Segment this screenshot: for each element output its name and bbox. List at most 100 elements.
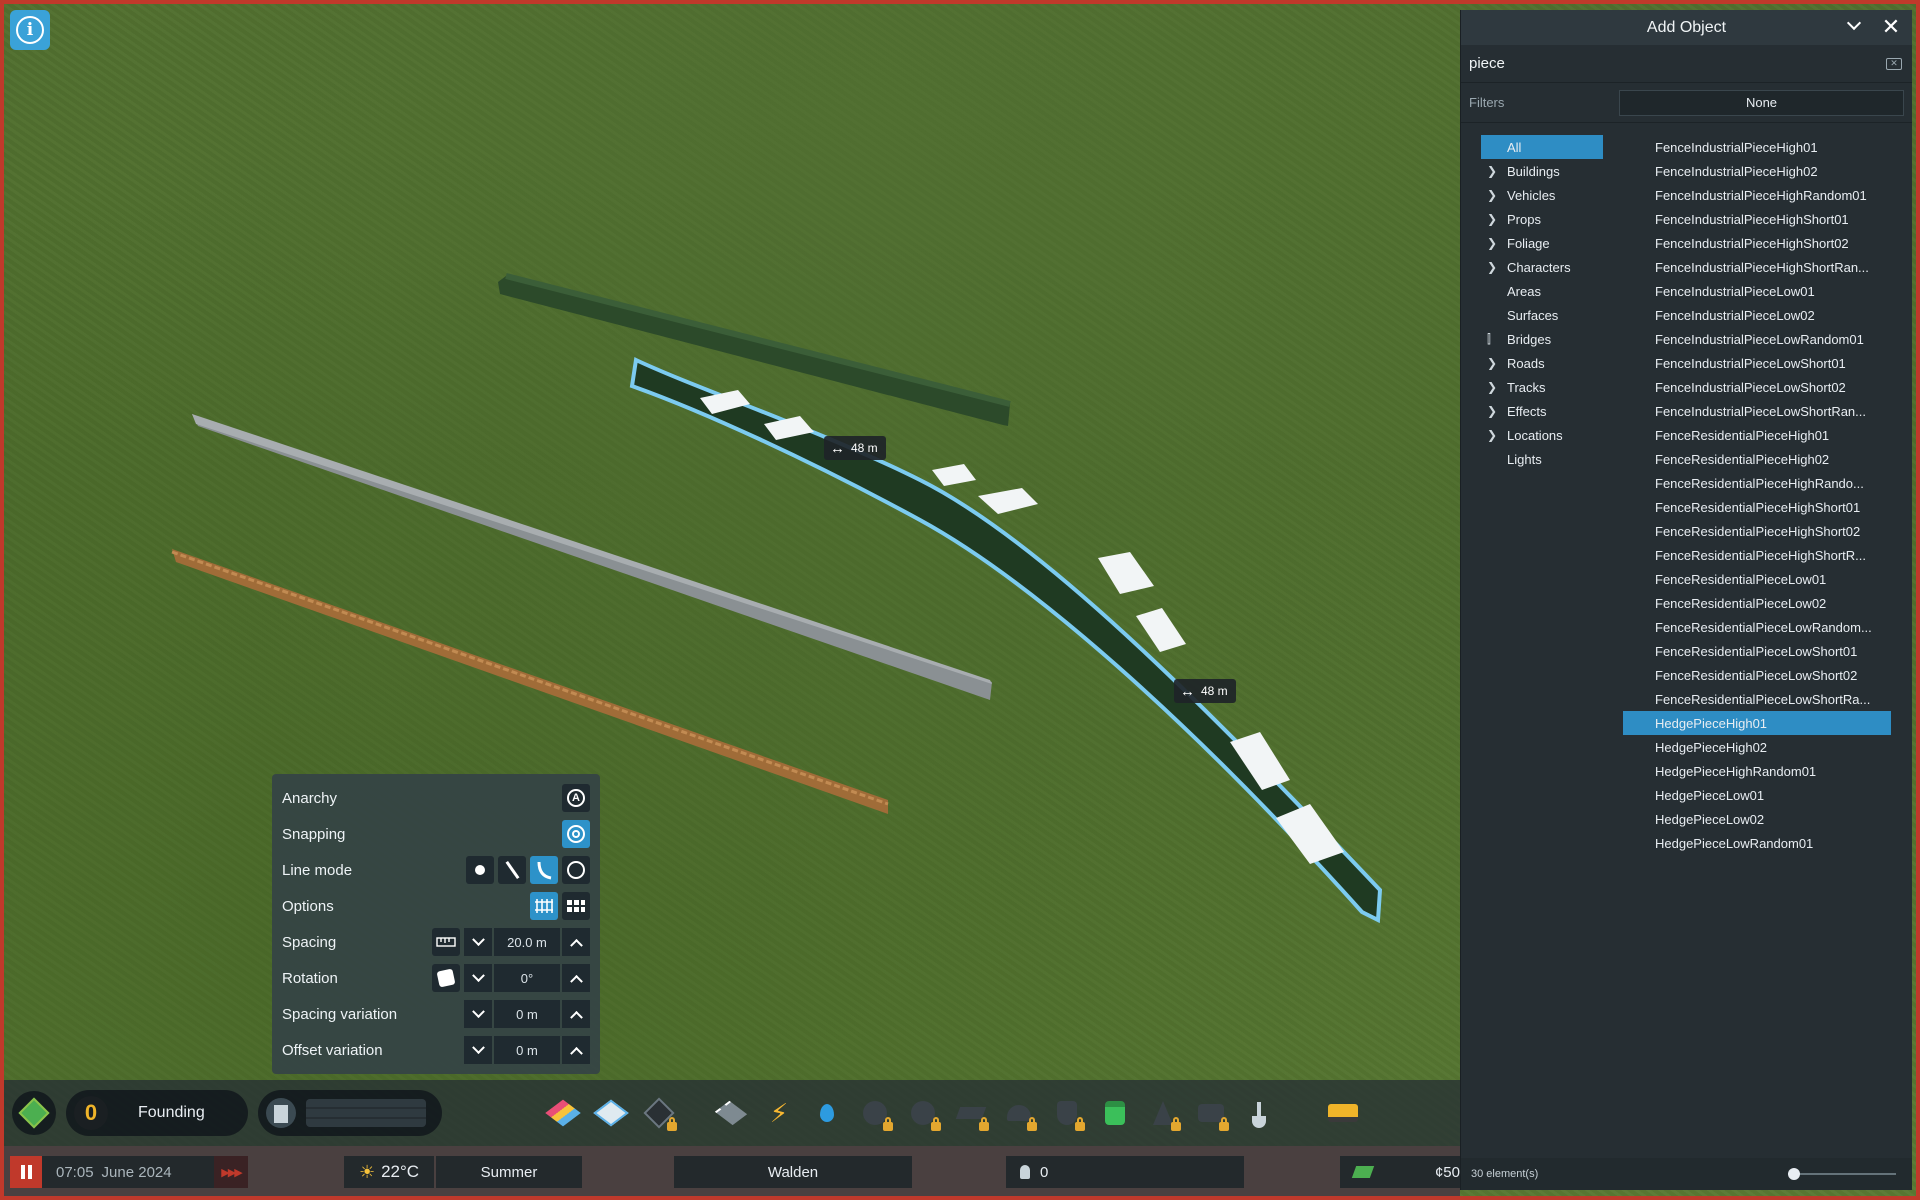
info-button[interactable]: i bbox=[10, 10, 50, 50]
category-surfaces[interactable]: Surfaces bbox=[1481, 303, 1603, 327]
object-list-item[interactable]: FenceIndustrialPieceLow02 bbox=[1623, 303, 1891, 327]
money-widget[interactable]: ¢50 bbox=[1340, 1156, 1460, 1188]
main-menu-button[interactable] bbox=[12, 1091, 56, 1135]
object-list-item[interactable]: FenceIndustrialPieceHigh01 bbox=[1623, 135, 1891, 159]
weather-widget[interactable]: ☀ 22°C bbox=[344, 1156, 434, 1188]
landscaping-tool-button[interactable] bbox=[1240, 1094, 1278, 1132]
object-list-item[interactable]: FenceIndustrialPieceLowShort01 bbox=[1623, 351, 1891, 375]
grid-mode-button[interactable] bbox=[562, 892, 590, 920]
curved-hedge-outline[interactable] bbox=[629, 357, 1383, 924]
parks-button[interactable] bbox=[1144, 1094, 1182, 1132]
category-areas[interactable]: Areas bbox=[1481, 279, 1603, 303]
object-list-item[interactable]: HedgePieceHigh02 bbox=[1623, 735, 1891, 759]
object-list-item[interactable]: FenceResidentialPieceHigh01 bbox=[1623, 423, 1891, 447]
rotation-decrease-button[interactable] bbox=[464, 964, 492, 992]
season-widget[interactable]: Summer bbox=[436, 1156, 582, 1188]
object-list-item[interactable]: FenceResidentialPieceLow02 bbox=[1623, 591, 1891, 615]
category-vehicles[interactable]: ❯ Vehicles bbox=[1481, 183, 1603, 207]
slider-knob[interactable] bbox=[1788, 1168, 1800, 1180]
spacing-variation-value[interactable]: 0 m bbox=[494, 1000, 560, 1028]
hedge-straight[interactable] bbox=[498, 276, 1010, 426]
health-button[interactable] bbox=[856, 1094, 894, 1132]
object-list-item[interactable]: FenceResidentialPieceLowShort01 bbox=[1623, 639, 1891, 663]
object-list-item[interactable]: HedgePieceLowRandom01 bbox=[1623, 831, 1891, 855]
spacing-variation-decrease-button[interactable] bbox=[464, 1000, 492, 1028]
offset-variation-increase-button[interactable] bbox=[562, 1036, 590, 1064]
areas-button[interactable] bbox=[592, 1094, 630, 1132]
object-list-item[interactable]: FenceResidentialPieceLowShortRa... bbox=[1623, 687, 1891, 711]
object-list-item[interactable]: FenceIndustrialPieceHighShortRan... bbox=[1623, 255, 1891, 279]
category-characters[interactable]: ❯ Characters bbox=[1481, 255, 1603, 279]
search-bar[interactable]: piece ✕ bbox=[1461, 45, 1912, 83]
category-tracks[interactable]: ❯ Tracks bbox=[1481, 375, 1603, 399]
fence-mode-button[interactable] bbox=[530, 892, 558, 920]
transport-button[interactable] bbox=[1096, 1094, 1134, 1132]
category-roads[interactable]: ❯ Roads bbox=[1481, 351, 1603, 375]
collapse-button[interactable] bbox=[1844, 15, 1866, 38]
line-mode-straight-button[interactable] bbox=[498, 856, 526, 884]
spacing-measure-button[interactable] bbox=[432, 928, 460, 956]
milestone-pill[interactable]: 0 Founding bbox=[66, 1090, 248, 1136]
spacing-variation-increase-button[interactable] bbox=[562, 1000, 590, 1028]
close-button[interactable]: ✕ bbox=[1880, 16, 1902, 38]
clear-search-button[interactable]: ✕ bbox=[1886, 57, 1902, 70]
category-lights[interactable]: Lights bbox=[1481, 447, 1603, 471]
object-list-item[interactable]: HedgePieceLow01 bbox=[1623, 783, 1891, 807]
object-list-item[interactable]: FenceIndustrialPieceLowShortRan... bbox=[1623, 399, 1891, 423]
anarchy-toggle[interactable]: A bbox=[562, 784, 590, 812]
spacing-increase-button[interactable] bbox=[562, 928, 590, 956]
population-widget[interactable]: 0 bbox=[1006, 1156, 1244, 1188]
category-effects[interactable]: ❯ Effects bbox=[1481, 399, 1603, 423]
line-mode-circle-button[interactable] bbox=[562, 856, 590, 884]
rotation-value[interactable]: 0° bbox=[494, 964, 560, 992]
communications-button[interactable] bbox=[1192, 1094, 1230, 1132]
object-list-item[interactable]: FenceResidentialPieceLow01 bbox=[1623, 567, 1891, 591]
object-list-item[interactable]: FenceResidentialPieceHigh02 bbox=[1623, 447, 1891, 471]
object-list-item[interactable]: HedgePieceHigh01 bbox=[1623, 711, 1891, 735]
object-list-item[interactable]: HedgePieceHighRandom01 bbox=[1623, 759, 1891, 783]
object-list-item[interactable]: FenceIndustrialPieceHighShort02 bbox=[1623, 231, 1891, 255]
rotation-increase-button[interactable] bbox=[562, 964, 590, 992]
snapping-toggle[interactable] bbox=[562, 820, 590, 848]
spacing-value[interactable]: 20.0 m bbox=[494, 928, 560, 956]
category-bridges[interactable]: ⫿ Bridges bbox=[1481, 327, 1603, 351]
spacing-decrease-button[interactable] bbox=[464, 928, 492, 956]
water-button[interactable] bbox=[808, 1094, 846, 1132]
object-list-item[interactable]: FenceResidentialPieceHighShort02 bbox=[1623, 519, 1891, 543]
bulldozer-button[interactable] bbox=[1324, 1094, 1362, 1132]
roads-button[interactable] bbox=[712, 1094, 750, 1132]
object-list-item[interactable]: FenceIndustrialPieceLowRandom01 bbox=[1623, 327, 1891, 351]
object-list-item[interactable]: FenceResidentialPieceLowShort02 bbox=[1623, 663, 1891, 687]
object-list-item[interactable]: FenceIndustrialPieceLow01 bbox=[1623, 279, 1891, 303]
speed-button[interactable]: ▶▶▶ bbox=[214, 1156, 248, 1188]
fire-button[interactable] bbox=[1000, 1094, 1038, 1132]
pause-button[interactable] bbox=[10, 1156, 42, 1188]
category-props[interactable]: ❯ Props bbox=[1481, 207, 1603, 231]
electricity-button[interactable]: ⚡ bbox=[760, 1094, 798, 1132]
police-button[interactable] bbox=[1048, 1094, 1086, 1132]
education-button[interactable] bbox=[952, 1094, 990, 1132]
object-list-item[interactable]: FenceIndustrialPieceHighRandom01 bbox=[1623, 183, 1891, 207]
garbage-button[interactable] bbox=[904, 1094, 942, 1132]
category-all[interactable]: All bbox=[1481, 135, 1603, 159]
size-slider[interactable] bbox=[1788, 1168, 1896, 1180]
object-list-item[interactable]: HedgePieceLow02 bbox=[1623, 807, 1891, 831]
line-mode-curve-button[interactable] bbox=[530, 856, 558, 884]
search-input[interactable]: piece bbox=[1469, 55, 1505, 72]
object-list-item[interactable]: FenceIndustrialPieceHighShort01 bbox=[1623, 207, 1891, 231]
landscaping-button[interactable] bbox=[640, 1094, 678, 1132]
offset-variation-decrease-button[interactable] bbox=[464, 1036, 492, 1064]
object-list-item[interactable]: FenceIndustrialPieceLowShort02 bbox=[1623, 375, 1891, 399]
progress-pill[interactable] bbox=[258, 1090, 442, 1136]
line-mode-single-button[interactable] bbox=[466, 856, 494, 884]
filters-dropdown[interactable]: None bbox=[1619, 89, 1904, 116]
random-rotation-button[interactable] bbox=[432, 964, 460, 992]
category-buildings[interactable]: ❯ Buildings bbox=[1481, 159, 1603, 183]
object-list-item[interactable]: FenceResidentialPieceLowRandom... bbox=[1623, 615, 1891, 639]
category-foliage[interactable]: ❯ Foliage bbox=[1481, 231, 1603, 255]
object-list-item[interactable]: FenceResidentialPieceHighShortR... bbox=[1623, 543, 1891, 567]
zoning-button[interactable] bbox=[544, 1094, 582, 1132]
object-list-item[interactable]: FenceIndustrialPieceHigh02 bbox=[1623, 159, 1891, 183]
category-locations[interactable]: ❯ Locations bbox=[1481, 423, 1603, 447]
object-list-item[interactable]: FenceResidentialPieceHighRando... bbox=[1623, 471, 1891, 495]
